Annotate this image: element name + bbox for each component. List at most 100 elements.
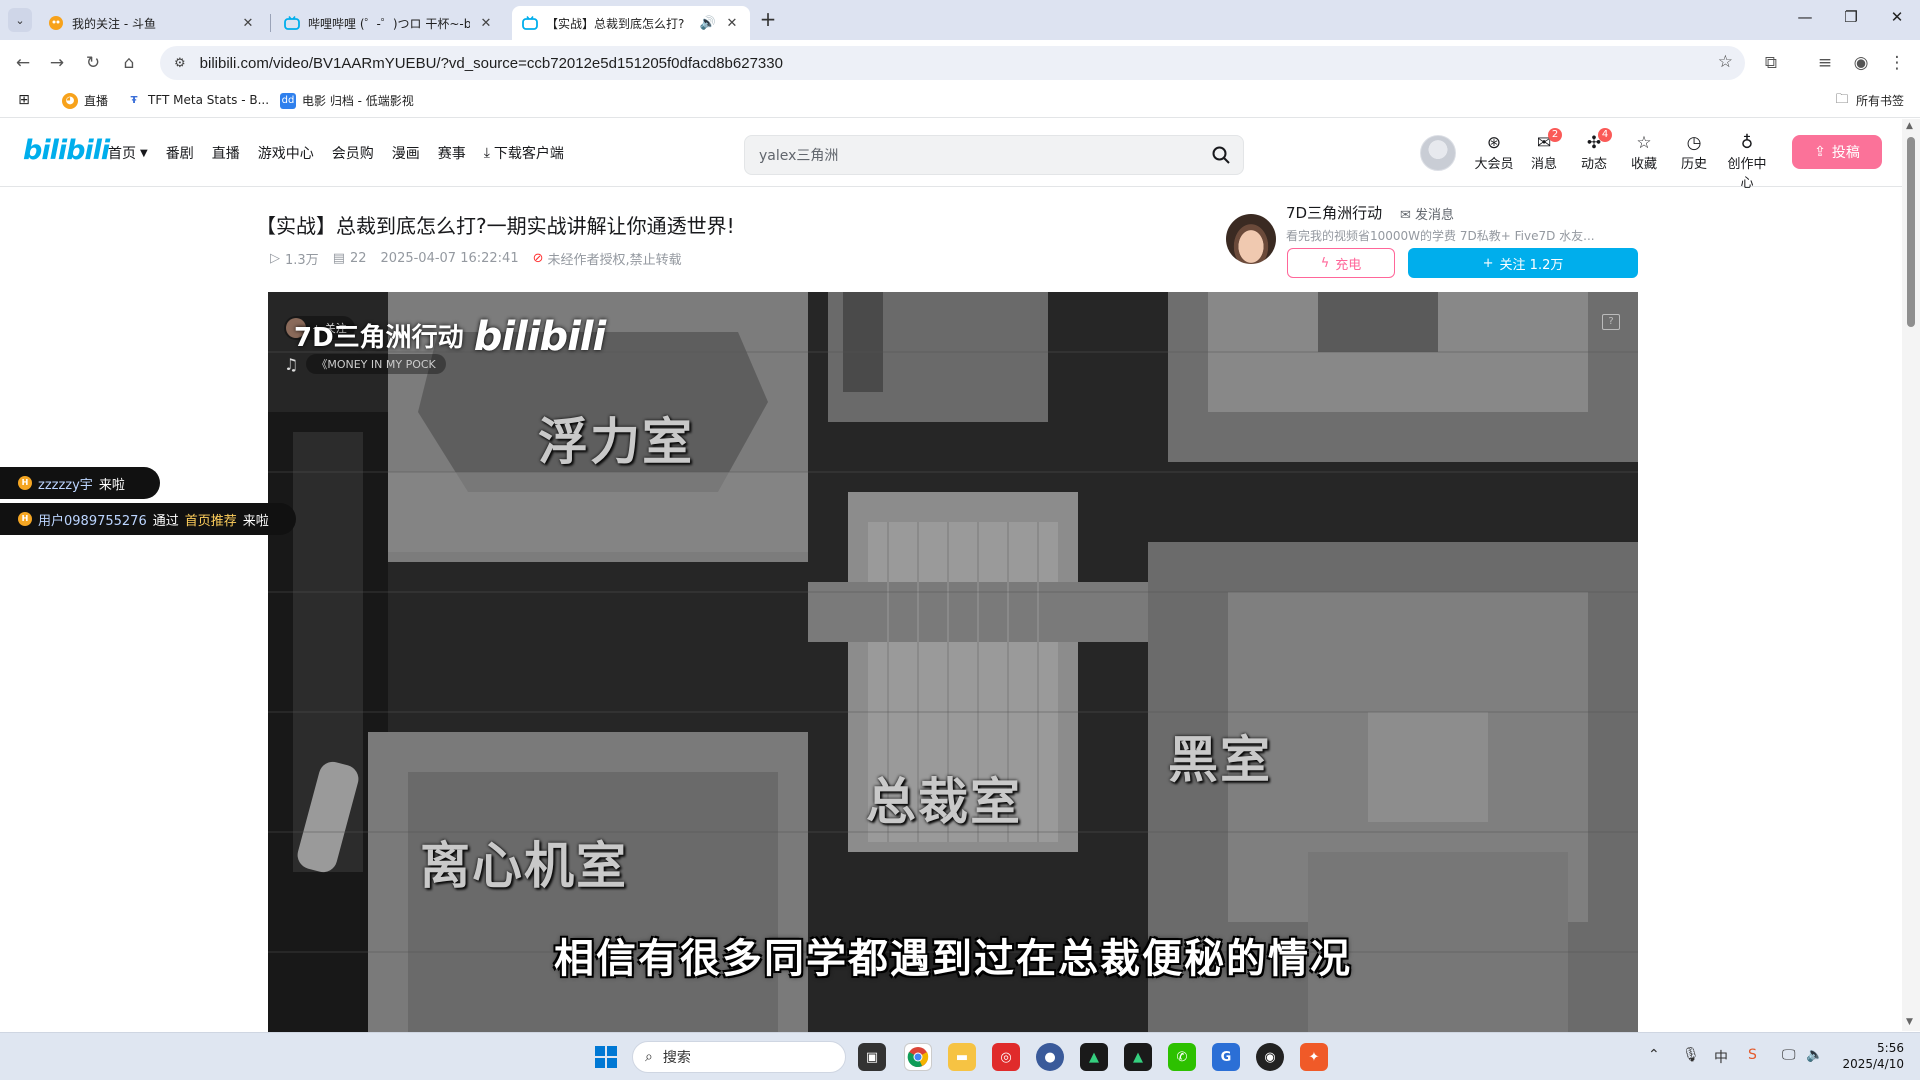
charge-button[interactable]: ϟ 充电 <box>1287 248 1395 278</box>
nav-download-client[interactable]: ⤓ 下载客户端 <box>484 143 564 163</box>
uploader-name[interactable]: 7D三角洲行动 <box>1286 202 1382 223</box>
window-close-icon[interactable]: ✕ <box>1882 8 1912 32</box>
restore-icon[interactable]: ❐ <box>1836 8 1866 32</box>
wechat-icon[interactable]: ✆ <box>1168 1043 1196 1071</box>
toast-source: 首页推荐 <box>184 513 237 529</box>
avatar[interactable] <box>1420 135 1456 171</box>
windows-start-icon[interactable] <box>592 1043 620 1071</box>
header-creator-center[interactable]: ♁ 创作中心 <box>1722 133 1772 191</box>
header-dynamic[interactable]: ✣ 4 动态 <box>1572 128 1616 172</box>
apps-grid-icon[interactable]: ⊞ <box>16 92 32 108</box>
nav-bangumi[interactable]: 番剧 <box>166 143 194 163</box>
profile-icon[interactable]: ◉ <box>1848 50 1874 76</box>
menu-kebab-icon[interactable]: ⋮ <box>1884 50 1910 76</box>
new-tab-plus-icon[interactable]: + <box>758 9 778 30</box>
search-input[interactable] <box>759 145 1179 165</box>
tab-close-icon[interactable]: ✕ <box>240 16 256 31</box>
ime-icon[interactable]: 中 <box>1714 1047 1728 1067</box>
taskbar-search[interactable]: ⌕ 搜索 <box>632 1041 846 1073</box>
recorder-icon[interactable]: ◉ <box>1256 1043 1284 1071</box>
nav-mall[interactable]: 会员购 <box>332 143 374 163</box>
follow-button[interactable]: + 关注 1.2万 <box>1408 248 1638 278</box>
folder-icon: 🗀 <box>1835 91 1849 107</box>
scroll-down-icon[interactable]: ▼ <box>1906 1017 1913 1027</box>
send-message-link[interactable]: ✉ 发消息 <box>1400 204 1454 223</box>
all-bookmarks[interactable]: 🗀 所有书签 <box>1834 92 1904 109</box>
clock-date: 2025/4/10 <box>1842 1057 1904 1071</box>
home-icon[interactable]: ⌂ <box>116 50 142 76</box>
help-icon[interactable]: ? <box>1602 314 1620 330</box>
bookmark-live[interactable]: ◕ 直播 <box>62 92 108 109</box>
bookmark-star-icon[interactable]: ☆ <box>1718 52 1733 72</box>
tab-bilibili-home[interactable]: 哔哩哔哩 (゜-゜)つロ 干杯~-bili ✕ <box>274 6 504 40</box>
taskbar-clock[interactable]: 5:56 2025/4/10 <box>1834 1040 1904 1072</box>
header-history[interactable]: ◷ 历史 <box>1672 133 1716 172</box>
uploader-avatar[interactable] <box>1226 214 1276 264</box>
header-messages[interactable]: ✉ 2 消息 <box>1522 128 1566 172</box>
task-view-icon[interactable]: ▣ <box>858 1043 886 1071</box>
scroll-up-icon[interactable]: ▲ <box>1906 121 1913 131</box>
bilibili-tv-favicon-icon <box>284 16 300 30</box>
chrome-icon[interactable] <box>904 1043 932 1071</box>
tab-close-icon[interactable]: ✕ <box>724 16 740 31</box>
plus-icon: + <box>1482 255 1494 271</box>
entry-toast: H zzzzzy宇 来啦 <box>0 467 160 499</box>
search-icon[interactable] <box>1211 145 1231 165</box>
tab-separator <box>270 14 271 32</box>
media-control-icon[interactable]: ≡ <box>1812 50 1838 76</box>
message-badge: 2 <box>1548 128 1562 142</box>
address-bar[interactable]: ⚙ bilibili.com/video/BV1AARmYUEBU/?vd_so… <box>160 46 1745 80</box>
nav-label: 下载客户端 <box>493 146 564 162</box>
scrollbar-thumb[interactable] <box>1907 137 1915 327</box>
bilibili-logo[interactable]: bilibili <box>23 135 110 166</box>
nav-label: 首页 <box>108 146 136 162</box>
bilibili-tv-favicon-icon <box>522 16 538 30</box>
bookmark-movie[interactable]: dd 电影 归档 - 低端影视 <box>280 92 414 109</box>
delta-force-alt-icon[interactable]: ▲ <box>1124 1043 1152 1071</box>
tab-close-icon[interactable]: ✕ <box>478 16 494 31</box>
tab-douyu[interactable]: 我的关注 - 斗鱼 ✕ <box>38 6 266 40</box>
taskbar: ⌕ 搜索 ▣ ▬ ◎ ● ▲ ▲ ✆ G ◉ ✦ ⌃ 🎙 中 S 🖵 🔈 5:5… <box>0 1032 1920 1080</box>
nav-game-center[interactable]: 游戏中心 <box>258 143 314 163</box>
music-note-icon: ♫ <box>284 354 299 374</box>
forward-arrow-icon[interactable]: → <box>44 50 70 76</box>
reload-icon[interactable]: ↻ <box>80 50 106 76</box>
header-favorites[interactable]: ☆ 收藏 <box>1622 133 1666 172</box>
nav-live[interactable]: 直播 <box>212 143 240 163</box>
tab-search-icon[interactable]: ⌄ <box>8 8 32 32</box>
view-count: ▷ 1.3万 <box>270 249 319 268</box>
bookmark-tft[interactable]: Ŧ TFT Meta Stats - B... <box>126 92 269 108</box>
bookmark-label: 直播 <box>84 94 109 108</box>
tab-audio-icon[interactable]: 🔊 <box>700 16 716 31</box>
upload-button[interactable]: ⇪ 投稿 <box>1792 135 1882 169</box>
network-icon[interactable]: 🖵 <box>1782 1047 1796 1063</box>
header-vip[interactable]: ⊛ 大会员 <box>1472 133 1516 172</box>
delta-force-icon[interactable]: ▲ <box>1080 1043 1108 1071</box>
nav-home[interactable]: 首页 ▼ <box>108 143 148 163</box>
sogou-icon[interactable]: S <box>1748 1047 1757 1063</box>
minimize-icon[interactable]: — <box>1790 8 1820 32</box>
send-message-label: 发消息 <box>1415 208 1455 223</box>
site-info-icon[interactable]: ⚙ <box>174 56 186 71</box>
back-arrow-icon[interactable]: ← <box>10 50 36 76</box>
wind-icon: ✣ 4 <box>1572 128 1616 153</box>
tab-current-video[interactable]: 【实战】总裁到底怎么打? 🔊 ✕ <box>512 6 750 40</box>
room-label: 黑室 <box>1168 731 1272 789</box>
file-explorer-icon[interactable]: ▬ <box>948 1043 976 1071</box>
extensions-icon[interactable]: ⧉ <box>1758 50 1784 76</box>
microphone-icon[interactable]: 🎙 <box>1682 1047 1700 1063</box>
app-circle-icon[interactable]: ● <box>1036 1043 1064 1071</box>
overlay-music[interactable]: ♫ 《MONEY IN MY POCK <box>284 354 446 374</box>
volume-icon[interactable]: 🔈 <box>1806 1047 1823 1063</box>
nav-manga[interactable]: 漫画 <box>392 143 420 163</box>
tray-chevron-up-icon[interactable]: ⌃ <box>1648 1047 1660 1063</box>
bookmark-label: TFT Meta Stats - B... <box>148 93 270 107</box>
video-player[interactable]: + 关注 7D三角洲行动 bilibili ♫ 《MONEY IN MY POCK … <box>268 292 1638 1032</box>
nav-esports[interactable]: 赛事 <box>438 143 466 163</box>
address-url: bilibili.com/video/BV1AARmYUEBU/?vd_sour… <box>199 54 783 72</box>
page-scrollbar[interactable]: ▲ ▼ <box>1902 119 1920 1031</box>
netease-music-icon[interactable]: ◎ <box>992 1043 1020 1071</box>
toast-user: 用户0989755276 <box>38 513 147 529</box>
fox-app-icon[interactable]: ✦ <box>1300 1043 1328 1071</box>
game-app-icon[interactable]: G <box>1212 1043 1240 1071</box>
